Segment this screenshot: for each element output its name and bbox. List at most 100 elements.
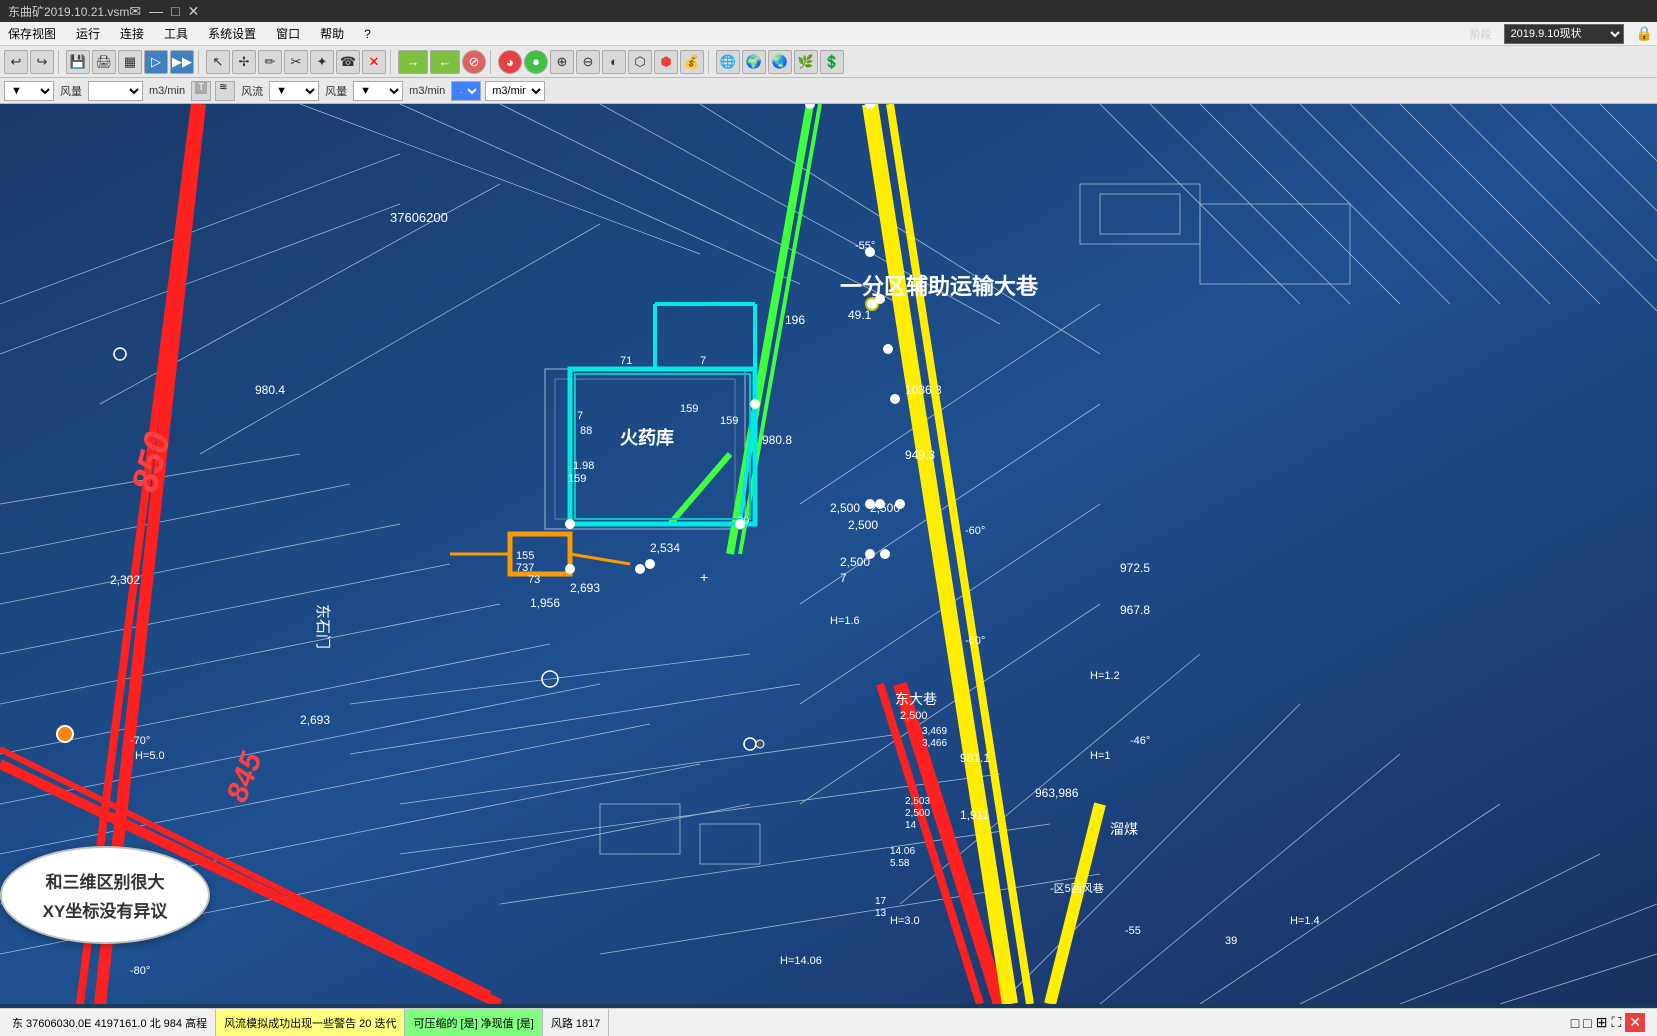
toolbar-globe2[interactable]: 🌍 [742,50,766,74]
status-icon-3[interactable]: ⊞ [1596,1014,1608,1031]
status-icon-4[interactable]: ⛶ [1611,1014,1621,1031]
toolbar-zoom-out[interactable]: ⊖ [576,50,600,74]
menu-connect[interactable]: 连接 [116,23,148,44]
status-icon-2[interactable]: □ [1583,1015,1591,1031]
wind-label2: 风量 [323,83,349,99]
svg-text:H=1: H=1 [1090,750,1111,762]
toolbar-close-x[interactable]: ✕ [362,50,386,74]
toolbar-brightness[interactable]: ◐ [602,50,626,74]
toolbar-print[interactable]: 🖨 [92,50,116,74]
toolbar-redo[interactable]: ↪ [30,50,54,74]
toolbar-undo[interactable]: ↩ [4,50,28,74]
svg-text:溜煤: 溜煤 [1110,821,1138,837]
toolbar-move[interactable]: ✢ [232,50,256,74]
svg-text:1036.3: 1036.3 [905,383,942,397]
airflow-label: 风流 [239,83,265,99]
status-icon-1[interactable]: □ [1571,1015,1579,1031]
close-button[interactable]: ✕ [188,3,200,20]
menu-settings[interactable]: 系统设置 [204,23,260,44]
window-controls[interactable]: ✉ — □ ✕ [129,3,199,20]
svg-text:88: 88 [580,425,592,437]
toolbar-select[interactable]: ↖ [206,50,230,74]
menu-save-view[interactable]: 保存视图 [4,23,60,44]
svg-text:H=1.2: H=1.2 [1090,670,1120,682]
toolbar-star[interactable]: ✦ [310,50,334,74]
speech-line1: 和三维区别很大 [17,868,193,893]
svg-text:H=3.0: H=3.0 [890,915,920,927]
toolbar-hex2[interactable]: ⬢ [654,50,678,74]
status-close-icon[interactable]: ✕ [1625,1013,1645,1032]
svg-text:1,956: 1,956 [530,596,560,610]
menu-help[interactable]: 帮助 [316,23,348,44]
svg-text:2,500: 2,500 [830,501,860,515]
menu-help-icon[interactable]: ? [360,25,375,43]
svg-text:2,503: 2,503 [905,796,930,807]
toolbar-draw[interactable]: ✏ [258,50,282,74]
svg-text:-60°: -60° [965,635,985,647]
wind-type-select2[interactable]: ▼ [353,81,403,101]
wind-quantity-type-select[interactable] [88,81,143,101]
toolbar-grid[interactable]: ▦ [118,50,142,74]
toolbar-arrow-right[interactable]: → [398,50,428,74]
svg-text:-70°: -70° [130,735,150,747]
toolbar-no[interactable]: ⊘ [462,50,486,74]
svg-text:2,500: 2,500 [870,501,900,515]
stage-select[interactable]: 2019.9.10现状 [1504,24,1624,44]
toolbar-circle-green[interactable]: ● [524,50,548,74]
email-icon[interactable]: ✉ [129,3,141,20]
svg-text:-80°: -80° [130,965,150,977]
svg-text:7: 7 [577,410,583,422]
toolbar-arrow-left[interactable]: ← [430,50,460,74]
toolbar-phone[interactable]: ☎ [336,50,360,74]
toolbar-cut[interactable]: ✂ [284,50,308,74]
toolbar-dollar[interactable]: 💰 [680,50,704,74]
stage-lock-icon: 🔒 [1636,25,1653,42]
status-pressure-text: 可压缩的 [是] 净现值 [是] [413,1015,533,1031]
svg-text:H=1.6: H=1.6 [830,615,860,627]
wind-unit2: m3/min [407,85,447,97]
toolbar-hex1[interactable]: ⬡ [628,50,652,74]
titlebar: 东曲矿2019.10.21.vsm ✉ — □ ✕ [0,0,1657,22]
svg-text:159: 159 [720,415,738,427]
statusbar: 东 37606030.0E 4197161.0 北 984 高程 风流模拟成功出… [0,1008,1657,1036]
toolbar2-btn1[interactable]: T [191,81,211,101]
airflow-select[interactable]: ▼ [269,81,319,101]
svg-text:H=1.4: H=1.4 [1290,915,1320,927]
toolbar-zoom-in[interactable]: ⊕ [550,50,574,74]
wind-quantity-select[interactable]: ▼ [4,81,54,101]
toolbar-leaf[interactable]: 🌿 [794,50,818,74]
minimize-button[interactable]: — [149,3,163,20]
svg-text:963,986: 963,986 [1035,786,1079,800]
status-coordinates: 东 37606030.0E 4197161.0 北 984 高程 [4,1009,216,1036]
menu-tools[interactable]: 工具 [160,23,192,44]
menu-window[interactable]: 窗口 [272,23,304,44]
svg-text:-区5回风巷: -区5回风巷 [1050,882,1104,895]
menu-run[interactable]: 运行 [72,23,104,44]
toolbar-globe3[interactable]: 🌏 [768,50,792,74]
svg-text:972.5: 972.5 [1120,561,1150,575]
toolbar-play[interactable]: ▷ [144,50,168,74]
toolbar-separator-5 [708,50,712,74]
svg-text:2,500: 2,500 [905,808,930,819]
toolbar-currency[interactable]: 💲 [820,50,844,74]
svg-text:30: 30 [737,515,749,527]
map-svg: 37606200 一分区辅助运输大巷 980.4 2,302 71 7 7 88… [0,104,1657,1004]
unit-select2[interactable]: m3/min [485,81,545,101]
svg-text:2,693: 2,693 [300,713,330,727]
toolbar2-btn2[interactable]: ≋ [215,81,235,101]
svg-text:2,302: 2,302 [110,573,140,587]
toolbar-play-fast[interactable]: ▶▶ [170,50,194,74]
svg-text:2,500: 2,500 [840,555,870,569]
toolbar-separator-2 [198,50,202,74]
toolbar-save[interactable]: 💾 [66,50,90,74]
maximize-button[interactable]: □ [171,3,179,20]
svg-text:东大巷: 东大巷 [895,691,937,707]
svg-text:196: 196 [785,313,805,327]
svg-text:13: 13 [875,908,887,919]
menubar: 保存视图 运行 连接 工具 系统设置 窗口 帮助 ? 阶段 2019.9.10现… [0,22,1657,46]
toolbar-pie[interactable]: ◕ [498,50,522,74]
arrow-select[interactable]: → [451,81,481,101]
map-canvas: 37606200 一分区辅助运输大巷 980.4 2,302 71 7 7 88… [0,104,1657,1004]
toolbar-globe1[interactable]: 🌐 [716,50,740,74]
svg-text:949.3: 949.3 [905,448,935,462]
